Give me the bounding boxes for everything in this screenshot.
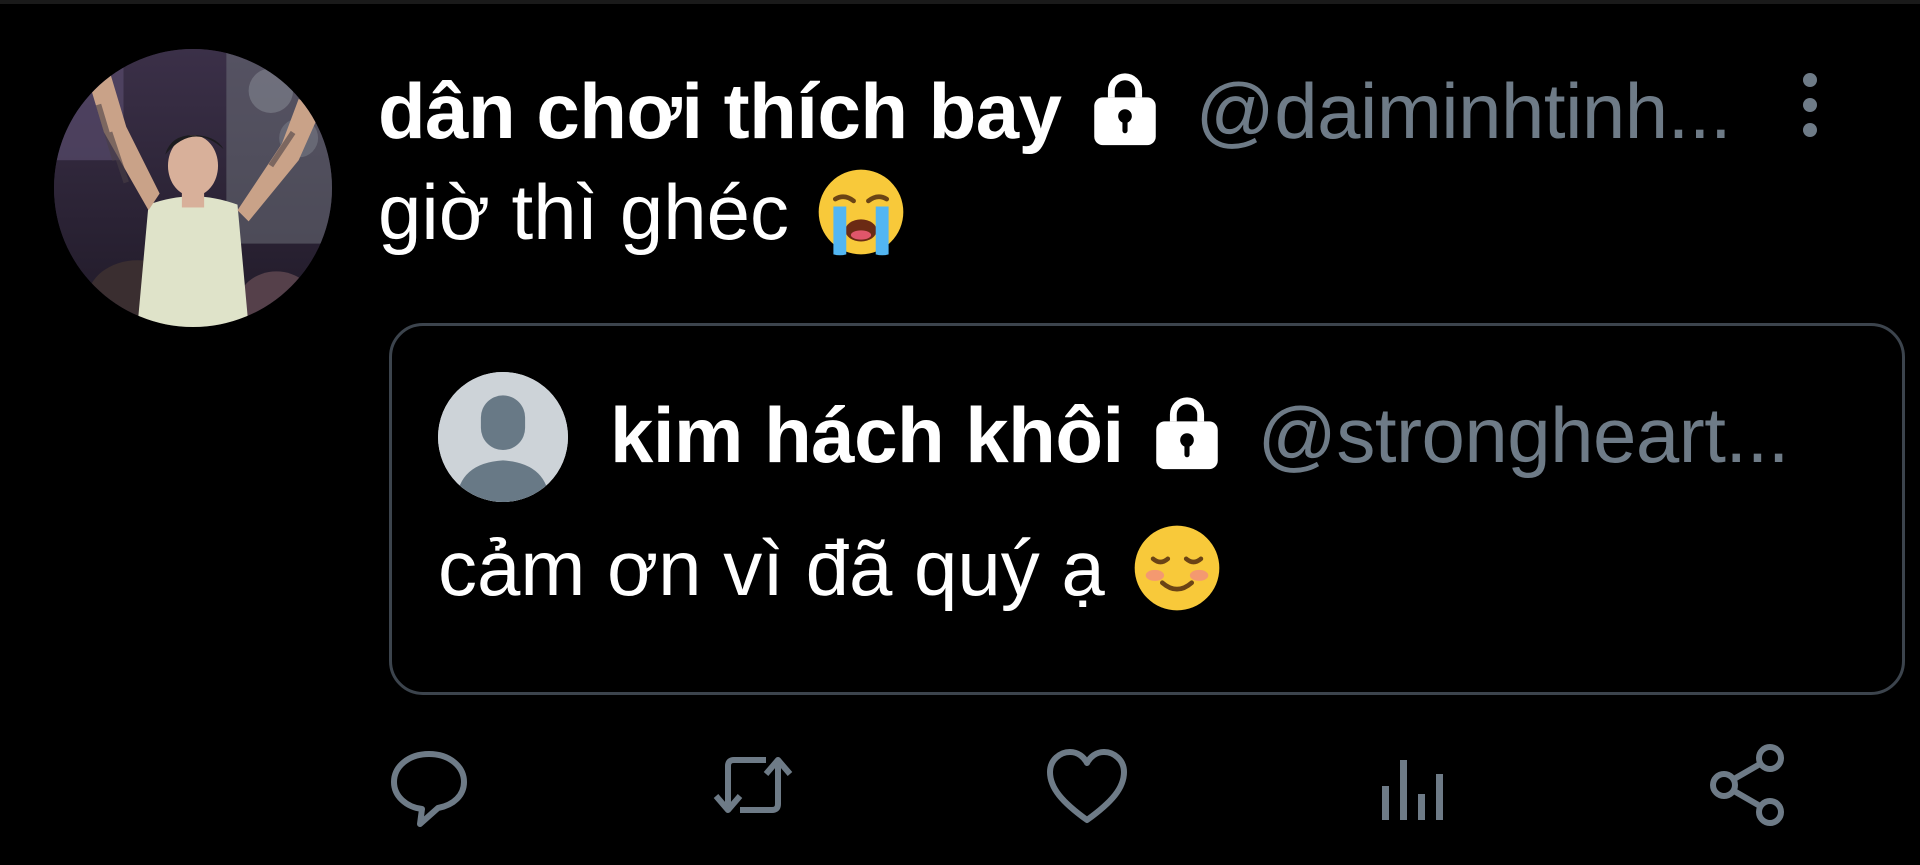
lock-icon bbox=[1084, 70, 1166, 152]
loudly-crying-face-emoji bbox=[815, 166, 907, 258]
author-handle[interactable]: @daiminhtinh... bbox=[1196, 66, 1732, 157]
tweet-text-content: giờ thì ghéc bbox=[378, 167, 790, 256]
lock-icon bbox=[1146, 394, 1228, 476]
quoted-author-avatar[interactable] bbox=[438, 372, 568, 502]
reply-icon[interactable] bbox=[384, 740, 474, 830]
tweet-header: dân chơi thích bay @daiminhtinh... bbox=[378, 66, 1732, 157]
quoted-tweet-text: cảm ơn vì đã quý ạ bbox=[438, 518, 1223, 618]
tweet[interactable]: dân chơi thích bay @daiminhtinh... giờ t… bbox=[0, 0, 1920, 865]
more-options-icon[interactable] bbox=[1796, 70, 1824, 140]
smiling-face-emoji bbox=[1131, 522, 1223, 614]
author-avatar[interactable] bbox=[54, 49, 332, 327]
retweet-icon[interactable] bbox=[708, 740, 798, 830]
heart-icon[interactable] bbox=[1042, 740, 1132, 830]
share-icon[interactable] bbox=[1704, 740, 1794, 830]
quoted-tweet[interactable]: kim hách khôi @strongheart... cảm ơn vì … bbox=[389, 323, 1905, 695]
views-icon[interactable] bbox=[1370, 740, 1460, 830]
quoted-author-display-name[interactable]: kim hách khôi bbox=[610, 390, 1124, 481]
tweet-text: giờ thì ghéc bbox=[378, 162, 907, 262]
quoted-tweet-header: kim hách khôi @strongheart... bbox=[610, 390, 1789, 480]
quoted-tweet-text-content: cảm ơn vì đã quý ạ bbox=[438, 523, 1105, 612]
action-bar bbox=[378, 740, 1798, 830]
quoted-author-handle[interactable]: @strongheart... bbox=[1258, 390, 1790, 481]
author-display-name[interactable]: dân chơi thích bay bbox=[378, 66, 1062, 157]
